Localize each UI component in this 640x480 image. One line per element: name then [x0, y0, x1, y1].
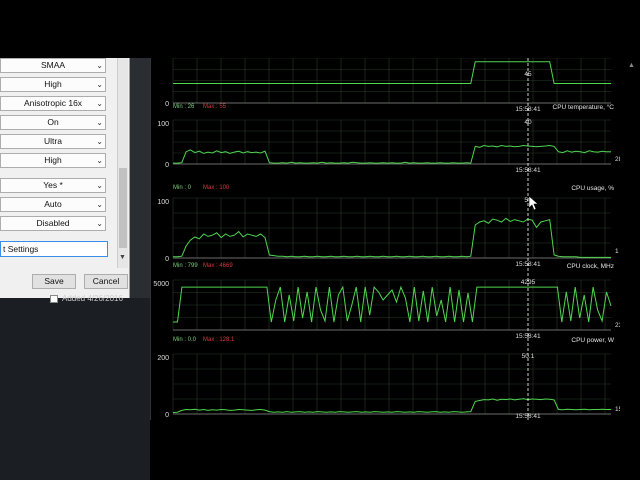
bottom-dark-area	[150, 420, 640, 480]
chevron-down-icon: ⌄	[96, 137, 103, 146]
monitor-graphs: 0 Min : 26 Max : 55 CPU temperature, °C4515…	[153, 58, 621, 420]
background-window	[0, 298, 150, 480]
texture-filtering-select[interactable]: Anisotropic 16x ⌄	[0, 96, 106, 111]
monitor-right-margin	[620, 58, 640, 420]
added-date-row: Added 4/26/2016	[50, 294, 123, 303]
cancel-button[interactable]: Cancel	[84, 274, 128, 289]
detail-select[interactable]: High ⌄	[0, 153, 106, 168]
window-edge	[130, 58, 150, 298]
hardware-monitor: 0 Min : 26 Max : 55 CPU temperature, °C 45 15…	[150, 58, 621, 420]
max-readout: Max : 100	[203, 185, 230, 191]
min-readout: Min : 26	[173, 104, 195, 110]
option-yes-select[interactable]: Yes * ⌄	[0, 178, 106, 193]
y-min-label: 0	[165, 162, 169, 169]
min-readout: Min : 799	[173, 263, 198, 269]
y-min-label: 0	[165, 256, 169, 263]
chevron-down-icon: ⌄	[96, 181, 103, 190]
screen: SMAA ⌄ High ⌄ Anisotropic 16x ⌄ On ⌄ Ultra ⌄ …	[0, 0, 640, 480]
scrollbar-thumb[interactable]	[119, 168, 127, 248]
chevron-down-icon: ⌄	[96, 61, 103, 70]
graph-name: CPU power, W	[571, 337, 614, 344]
series-line	[173, 217, 611, 258]
y-min-label: 0	[165, 101, 169, 108]
quality-preset-select[interactable]: Ultra ⌄	[0, 134, 106, 149]
series-line	[172, 398, 611, 413]
checkbox-icon[interactable]	[50, 294, 58, 303]
chevron-down-icon: ⌄	[96, 118, 103, 127]
toggle-select[interactable]: On ⌄	[0, 115, 106, 130]
y-max-label: 100	[157, 121, 169, 128]
min-readout: Min : 0	[173, 185, 192, 191]
current-value: 1	[615, 248, 619, 255]
added-date-label: Added 4/26/2016	[62, 294, 123, 303]
graph-name: CPU temperature, °C	[553, 103, 615, 111]
antialiasing-select[interactable]: SMAA ⌄	[0, 58, 106, 73]
max-readout: Max : 4669	[203, 263, 233, 269]
max-readout: Max : 128.1	[203, 337, 235, 343]
auto-select[interactable]: Auto ⌄	[0, 197, 106, 212]
min-readout: Min : 0.0	[173, 337, 197, 343]
texture-quality-select[interactable]: High ⌄	[0, 77, 106, 92]
graph-name: CPU usage, %	[571, 185, 614, 192]
scroll-down-icon[interactable]: ▼	[119, 254, 126, 261]
graphics-settings-dialog: SMAA ⌄ High ⌄ Anisotropic 16x ⌄ On ⌄ Ultra ⌄ …	[0, 58, 130, 298]
monitor-scroll-up-icon[interactable]: ▲	[628, 62, 636, 78]
chevron-down-icon: ⌄	[96, 99, 103, 108]
chevron-down-icon: ⌄	[96, 200, 103, 209]
chevron-down-icon: ⌄	[96, 156, 103, 165]
y-min-label: 0	[165, 412, 169, 419]
max-readout: Max : 55	[203, 104, 227, 110]
graph-name: CPU clock, MHz	[567, 263, 614, 270]
y-max-label: 200	[157, 355, 169, 362]
series-line	[173, 144, 611, 164]
disabled-select[interactable]: Disabled ⌄	[0, 216, 106, 231]
y-max-label: 100	[157, 199, 169, 206]
y-max-label: 5000	[153, 281, 169, 288]
chevron-down-icon: ⌄	[96, 80, 103, 89]
settings-scrollbar[interactable]: ▼	[117, 58, 128, 268]
save-button[interactable]: Save	[32, 274, 76, 289]
chevron-down-icon: ⌄	[96, 219, 103, 228]
advanced-settings-button[interactable]: t Settings	[0, 241, 108, 257]
